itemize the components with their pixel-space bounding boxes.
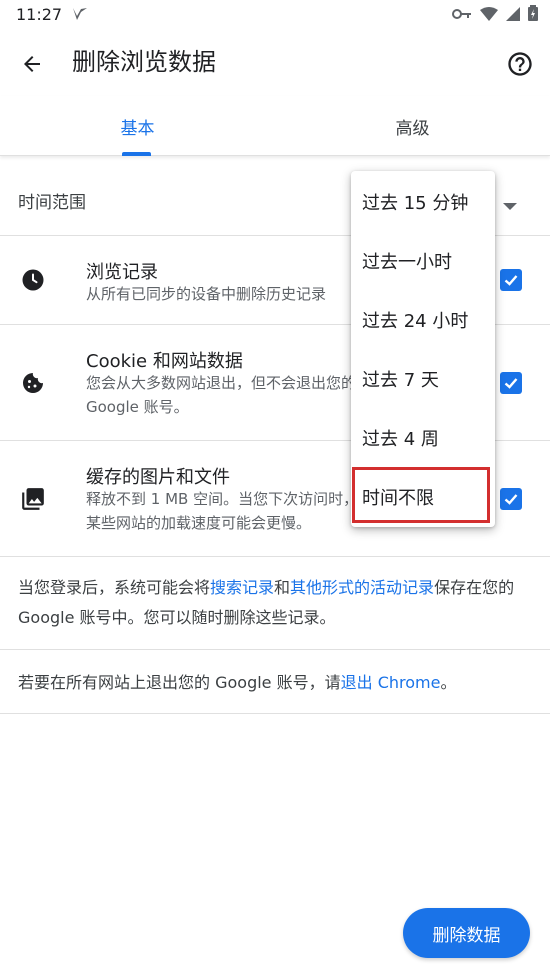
check-icon [504, 275, 518, 286]
cookies-title: Cookie 和网站数据 [86, 351, 243, 372]
check-icon [504, 378, 518, 389]
help-button[interactable] [502, 46, 538, 82]
battery-icon [528, 5, 538, 25]
cookie-icon [20, 370, 46, 396]
sign-out-chrome-link[interactable]: 退出 Chrome [341, 673, 441, 692]
status-icons [452, 5, 538, 25]
signal-icon [506, 6, 520, 25]
tab-indicator [122, 152, 151, 156]
divider [0, 713, 550, 714]
cookies-checkbox[interactable] [500, 372, 522, 394]
check-icon [504, 494, 518, 505]
menu-item-past-hour[interactable]: 过去一小时 [351, 231, 495, 290]
menu-item-7-days[interactable]: 过去 7 天 [351, 349, 495, 408]
tab-advanced[interactable]: 高级 [275, 96, 550, 156]
cache-title: 缓存的图片和文件 [86, 467, 230, 488]
back-button[interactable] [14, 46, 50, 82]
time-range-dropdown-menu: 过去 15 分钟 过去一小时 过去 24 小时 过去 7 天 过去 4 周 时间… [351, 171, 495, 527]
clock-icon [20, 267, 46, 293]
search-history-link[interactable]: 搜索记录 [210, 578, 274, 597]
divider [0, 649, 550, 650]
browsing-history-checkbox[interactable] [500, 269, 522, 291]
status-time: 11:27 [16, 5, 63, 24]
status-bar: 11:27 [0, 0, 550, 30]
other-activity-link[interactable]: 其他形式的活动记录 [290, 578, 434, 597]
delete-data-button[interactable]: 删除数据 [403, 908, 530, 958]
menu-item-24-hours[interactable]: 过去 24 小时 [351, 290, 495, 349]
menu-item-all-time[interactable]: 时间不限 [351, 467, 495, 526]
wifi-icon [480, 6, 498, 25]
info-text: 和 [274, 578, 291, 597]
info-text: 若要在所有网站上退出您的 Google 账号，请 [18, 673, 341, 692]
cache-description: 释放不到 1 MB 空间。当您下次访问时，某些网站的加载速度可能会更慢。 [86, 490, 359, 532]
menu-item-15-minutes[interactable]: 过去 15 分钟 [351, 172, 495, 231]
dropdown-arrow-icon[interactable] [503, 196, 517, 215]
browsing-history-description: 从所有已同步的设备中删除历史记录 [86, 285, 327, 303]
image-icon [20, 486, 46, 512]
app-notification-icon [72, 6, 88, 26]
tab-basic[interactable]: 基本 [0, 96, 275, 156]
arrow-back-icon [24, 56, 40, 72]
account-activity-info: 当您登录后，系统可能会将搜索记录和其他形式的活动记录保存在您的 Google 账… [18, 573, 533, 633]
tab-bar: 基本 高级 [0, 96, 550, 156]
app-bar: 删除浏览数据 [0, 30, 550, 96]
page-title: 删除浏览数据 [72, 48, 216, 76]
info-text: 当您登录后，系统可能会将 [18, 578, 211, 597]
menu-item-4-weeks[interactable]: 过去 4 周 [351, 408, 495, 467]
vpn-key-icon [452, 6, 472, 25]
help-icon [508, 52, 532, 76]
browsing-history-title: 浏览记录 [86, 262, 158, 283]
time-range-label: 时间范围 [18, 193, 86, 213]
cache-checkbox[interactable] [500, 488, 522, 510]
cookies-description: 您会从大多数网站退出，但不会退出您的 Google 账号。 [86, 374, 357, 416]
info-text: 。 [440, 673, 457, 692]
sign-out-info: 若要在所有网站上退出您的 Google 账号，请退出 Chrome。 [18, 668, 533, 698]
